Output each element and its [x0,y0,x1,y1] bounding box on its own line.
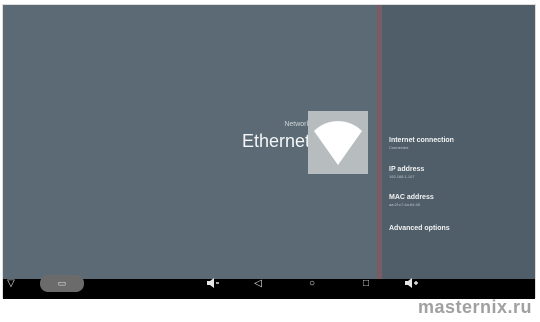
option-value: aa:2f:c7:4a:64:45 [389,202,420,207]
option-label: IP address [389,166,425,173]
option-label: MAC address [389,194,434,201]
network-title: Ethernet [241,131,310,151]
screenshot-button[interactable]: ▭ [40,275,84,292]
back-icon[interactable]: ◁ [252,277,264,291]
option-advanced-options[interactable]: Advanced options [389,225,450,232]
network-caption: Network [284,121,310,128]
option-value: Connected [389,145,409,150]
watermark: masternix.ru [417,297,532,317]
option-ip-address[interactable]: IP address 192.168.1.107 [389,166,424,179]
option-internet-connection[interactable]: Internet connection Connected [389,137,454,150]
recents-icon[interactable]: □ [360,277,372,291]
volume-down-icon[interactable] [205,277,223,291]
home-icon[interactable]: ○ [306,277,318,291]
network-tile [308,111,368,174]
screenshot-icon: ▭ [57,278,67,288]
option-label: Advanced options [389,225,450,232]
collapse-triangle-icon[interactable]: ▽ [5,277,17,291]
option-mac-address[interactable]: MAC address aa:2f:c7:4a:64:45 [389,194,434,207]
volume-up-icon[interactable] [403,277,421,291]
wifi-icon [314,121,362,165]
option-value: 192.168.1.107 [389,174,415,179]
option-label: Internet connection [389,137,454,144]
